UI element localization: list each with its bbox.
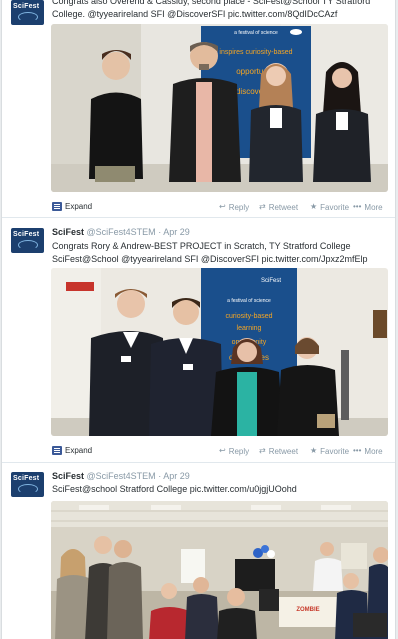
tweet-actions: Expand ↩ Reply ⇄ Retweet ★ Favorite ••• … <box>52 202 387 214</box>
avatar-swirl-icon <box>18 12 38 22</box>
author-handle[interactable]: @SciFest4STEM <box>87 227 156 237</box>
more-button[interactable]: ••• More <box>353 202 383 212</box>
tweet-photo[interactable]: ZOMBIE <box>51 501 388 639</box>
expand-label: Expand <box>65 202 93 211</box>
expand-icon <box>52 446 62 455</box>
more-label: More <box>364 202 383 212</box>
expand-link[interactable]: Expand <box>52 202 92 211</box>
tweet-text-line2: SciFest@School @tyyearireland SFI @Disco… <box>52 254 368 264</box>
photo-logo-text: SciFest <box>261 278 281 284</box>
ellipsis-icon: ••• <box>353 446 362 455</box>
tweet-text: SciFest@school Stratford College pic.twi… <box>52 483 392 496</box>
banner-line: learning <box>237 325 262 332</box>
photo-classroom-crowd: ZOMBIE <box>51 501 388 639</box>
expand-icon <box>52 202 62 211</box>
banner-line: a festival of science <box>234 30 278 36</box>
retweet-label: Retweet <box>268 202 299 212</box>
reply-button[interactable]: ↩ Reply <box>219 202 249 212</box>
reply-icon: ↩ <box>219 202 226 211</box>
scifest-avatar[interactable]: SciFest <box>11 472 44 497</box>
avatar-logo-text: SciFest <box>13 231 40 238</box>
tweet-header: SciFest @SciFest4STEM · Apr 29 <box>52 471 190 481</box>
author-name[interactable]: SciFest <box>52 471 84 481</box>
expand-link[interactable]: Expand <box>52 446 92 455</box>
tweet-text-line1: SciFest@school Stratford College pic.twi… <box>52 484 297 494</box>
expand-label: Expand <box>65 446 93 455</box>
favorite-label: Favorite <box>320 446 350 456</box>
tweet-2[interactable]: SciFest SciFest @SciFest4STEM · Apr 29 C… <box>2 218 395 463</box>
photo-group-four-people: a festival of science inspires curiosity… <box>51 24 388 192</box>
tweet-photo[interactable]: a festival of science inspires curiosity… <box>51 24 388 192</box>
author-handle[interactable]: @SciFest4STEM <box>87 471 156 481</box>
more-button[interactable]: ••• More <box>353 446 383 456</box>
retweet-button[interactable]: ⇄ Retweet <box>259 202 298 212</box>
retweet-icon: ⇄ <box>259 446 266 455</box>
favorite-button[interactable]: ★ Favorite <box>310 202 349 212</box>
banner-line: a festival of science <box>227 298 271 304</box>
avatar-logo-text: SciFest <box>13 3 40 10</box>
star-icon: ★ <box>310 202 318 211</box>
poster-text: ZOMBIE <box>296 607 319 613</box>
tweet-text: Congrats Rory & Andrew-BEST PROJECT in S… <box>52 240 392 266</box>
separator-dot: · <box>158 471 162 481</box>
avatar-logo-text: SciFest <box>13 475 40 482</box>
banner-line: curiosity-based <box>225 313 272 320</box>
avatar-swirl-icon <box>18 240 38 250</box>
author-name[interactable]: SciFest <box>52 227 84 237</box>
star-icon: ★ <box>310 446 318 455</box>
scifest-avatar[interactable]: SciFest <box>11 0 44 25</box>
tweet-header: SciFest @SciFest4STEM · Apr 29 <box>52 227 190 237</box>
reply-label: Reply <box>228 446 250 456</box>
banner-line: inspires curiosity-based <box>219 49 292 56</box>
reply-button[interactable]: ↩ Reply <box>219 446 249 456</box>
retweet-icon: ⇄ <box>259 202 266 211</box>
tweet-text-line1: Congrats Rory & Andrew-BEST PROJECT in S… <box>52 241 351 251</box>
tweet-text: Congrats also Overend & Cassidy, second … <box>52 0 392 21</box>
tweet-text-line2: College. @tyyearireland SFI @DiscoverSFI… <box>52 9 338 19</box>
tweet-1[interactable]: SciFest Congrats also Overend & Cassidy,… <box>2 0 395 218</box>
tweet-date[interactable]: Apr 29 <box>163 227 190 237</box>
timeline: SciFest Congrats also Overend & Cassidy,… <box>1 0 396 639</box>
tweet-3[interactable]: SciFest SciFest @SciFest4STEM · Apr 29 S… <box>2 463 395 639</box>
more-label: More <box>364 446 383 456</box>
retweet-label: Retweet <box>268 446 299 456</box>
reply-icon: ↩ <box>219 446 226 455</box>
separator-dot: · <box>158 227 162 237</box>
photo-four-people-banner: SciFest a festival of science curiosity-… <box>51 268 388 436</box>
retweet-button[interactable]: ⇄ Retweet <box>259 446 298 456</box>
favorite-label: Favorite <box>320 202 350 212</box>
tweet-photo[interactable]: SciFest a festival of science curiosity-… <box>51 268 388 436</box>
tweet-actions: Expand ↩ Reply ⇄ Retweet ★ Favorite ••• … <box>52 446 387 458</box>
tweet-text-line1: Congrats also Overend & Cassidy, second … <box>52 0 371 6</box>
scifest-avatar[interactable]: SciFest <box>11 228 44 253</box>
avatar-swirl-icon <box>18 484 38 494</box>
tweet-date[interactable]: Apr 29 <box>163 471 190 481</box>
ellipsis-icon: ••• <box>353 202 362 211</box>
reply-label: Reply <box>228 202 250 212</box>
favorite-button[interactable]: ★ Favorite <box>310 446 349 456</box>
